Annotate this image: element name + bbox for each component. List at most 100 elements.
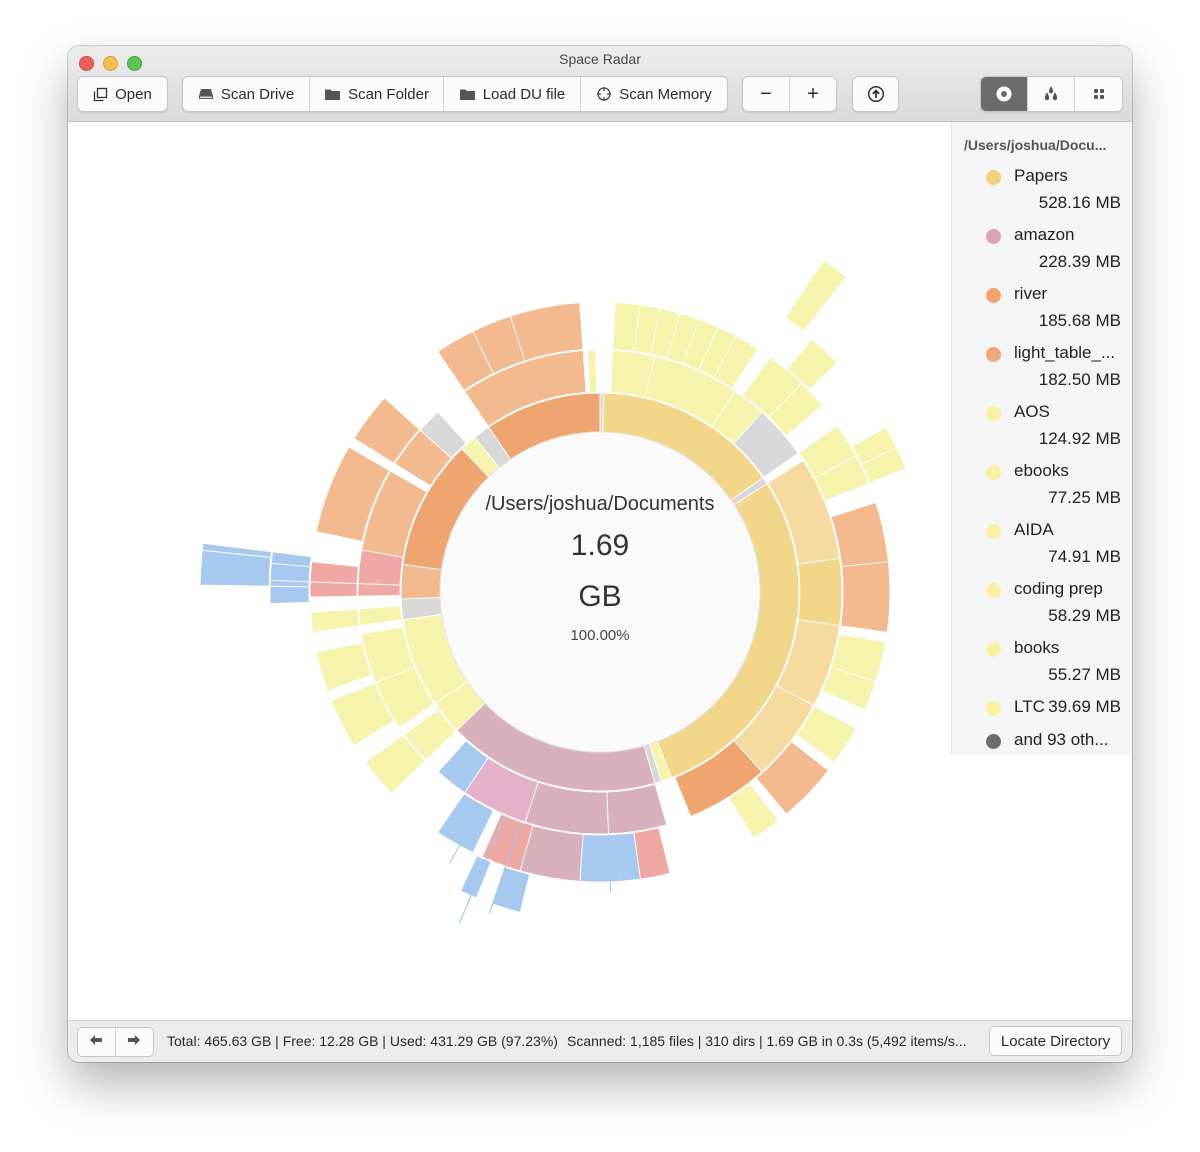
legend-item-name: AIDA: [1014, 520, 1054, 539]
legend-dot: [986, 734, 1001, 749]
load-du-button[interactable]: Load DU file: [444, 77, 581, 111]
legend-item-size: 228.39 MB: [1038, 252, 1121, 271]
sunburst-segment-level-2[interactable]: [797, 557, 843, 627]
legend-item-ebooks[interactable]: ebooks 77.25 MB: [952, 461, 1132, 509]
folder-icon: [324, 87, 341, 101]
window-title: Space Radar: [559, 51, 641, 67]
scan-drive-label: Scan Drive: [220, 85, 295, 103]
legend-item-size: 185.68 MB: [1038, 311, 1121, 330]
legend-item-name: river: [1014, 284, 1048, 303]
legend-item-size: 58.29 MB: [1048, 606, 1121, 625]
legend-item-size: 182.50 MB: [1038, 370, 1121, 389]
legend-dot: [986, 701, 1001, 716]
legend-item-name: light_table_...: [1014, 343, 1116, 362]
sunburst-segment-level-5[interactable]: [784, 259, 847, 332]
sunburst-view-icon: [995, 85, 1013, 103]
scan-group: Scan Drive Scan Folder Load DU file Scan…: [182, 76, 728, 112]
drops-view-icon: [1042, 85, 1060, 103]
back-button[interactable]: [78, 1028, 116, 1056]
sunburst-segment-level-3[interactable]: [309, 581, 358, 598]
legend-item-others[interactable]: and 93 oth...: [952, 730, 1132, 754]
legend-item-coding-prep[interactable]: coding prep 58.29 MB: [952, 579, 1132, 627]
sunburst-segment-level-4[interactable]: [269, 562, 311, 583]
upload-group: [852, 76, 899, 112]
sunburst-segment-level-2[interactable]: [358, 605, 403, 627]
view-mode-group: [980, 76, 1123, 112]
sunburst-segment-level-2[interactable]: [357, 583, 401, 597]
crosshair-icon: [596, 86, 612, 102]
legend-dot: [986, 406, 1001, 421]
scan-folder-button[interactable]: Scan Folder: [310, 77, 444, 111]
sunburst-segment-level-1[interactable]: [599, 392, 604, 433]
locate-directory-button[interactable]: Locate Directory: [989, 1026, 1122, 1056]
drops-view-button[interactable]: [1028, 77, 1075, 111]
legend-item-river[interactable]: river 185.68 MB: [952, 284, 1132, 332]
legend-item-name: coding prep: [1014, 579, 1103, 598]
legend-item-name: books: [1014, 638, 1060, 657]
scan-drive-button[interactable]: Scan Drive: [183, 77, 310, 111]
legend-item-ltc[interactable]: LTC 39.69 MB: [952, 697, 1132, 721]
scan-memory-button[interactable]: Scan Memory: [581, 77, 727, 111]
legend-item-name: and 93 oth...: [1014, 730, 1109, 749]
legend-item-name: LTC: [1014, 697, 1045, 716]
legend-item-aida[interactable]: AIDA 74.91 MB: [952, 520, 1132, 568]
legend-dot: [986, 465, 1001, 480]
sunburst-segment-level-4[interactable]: [269, 585, 310, 604]
scan-status: Scanned: 1,185 files | 310 dirs | 1.69 G…: [567, 1033, 967, 1049]
center-size-value: 1.69: [571, 529, 629, 562]
center-path: /Users/joshua/Documents: [486, 493, 715, 515]
center-percent: 100.00%: [570, 627, 629, 644]
legend-dot: [986, 524, 1001, 539]
sunburst-segment-level-3[interactable]: [840, 561, 891, 633]
open-group: Open: [77, 76, 168, 112]
legend-item-size: 55.27 MB: [1048, 665, 1121, 684]
sunburst-segment-level-4[interactable]: [459, 855, 492, 899]
legend-item-light-table[interactable]: light_table_... 182.50 MB: [952, 343, 1132, 391]
up-directory-button[interactable]: [853, 77, 898, 111]
open-button[interactable]: Open: [78, 77, 167, 111]
sunburst-segment-level-2[interactable]: [606, 783, 668, 835]
legend-panel: /Users/joshua/Docu... Papers 528.16 MB a…: [951, 122, 1132, 754]
grid-view-button[interactable]: [1075, 77, 1122, 111]
sunburst-segment-level-2[interactable]: [586, 349, 597, 393]
statusbar: Total: 465.63 GB | Free: 12.28 GB | Used…: [68, 1020, 1132, 1062]
history-nav: [77, 1027, 154, 1057]
legend-item-papers[interactable]: Papers 528.16 MB: [952, 166, 1132, 214]
sunburst-segment-level-3[interactable]: [315, 641, 373, 692]
legend-item-name: amazon: [1014, 225, 1075, 244]
forward-button[interactable]: [116, 1028, 154, 1056]
arrow-left-icon: [89, 1033, 103, 1051]
legend-dot: [986, 288, 1001, 303]
scan-memory-label: Scan Memory: [619, 85, 712, 103]
zoom-in-button[interactable]: +: [790, 77, 836, 111]
sunburst-segment-level-3[interactable]: [579, 833, 621, 883]
grid-view-icon: [1092, 87, 1106, 101]
sunburst-segment-level-3[interactable]: [310, 608, 360, 633]
legend-dot: [986, 347, 1001, 362]
legend-item-size: 39.69 MB: [1048, 697, 1121, 716]
upload-circle-icon: [867, 85, 885, 103]
arrow-right-icon: [127, 1033, 141, 1051]
legend-item-books[interactable]: books 55.27 MB: [952, 638, 1132, 686]
legend-item-aos[interactable]: AOS 124.92 MB: [952, 402, 1132, 450]
legend-item-size: 77.25 MB: [1048, 488, 1121, 507]
open-button-label: Open: [115, 85, 152, 103]
legend-item-name: ebooks: [1014, 461, 1069, 480]
sunburst-segment-level-3[interactable]: [309, 561, 359, 584]
sunburst-view-button[interactable]: [981, 77, 1028, 111]
zoom-out-button[interactable]: −: [743, 77, 790, 111]
main-content: /Users/joshua/Documents 1.69 GB 100.00% …: [68, 122, 1132, 1020]
legend-dot: [986, 170, 1001, 185]
center-size-unit: GB: [578, 580, 621, 613]
sunburst-segment-level-1[interactable]: [400, 563, 443, 600]
legend-item-size: 74.91 MB: [1048, 547, 1121, 566]
app-window: Space Radar Open Scan Drive Scan Folder …: [68, 46, 1132, 1062]
legend-dot: [986, 229, 1001, 244]
scan-folder-label: Scan Folder: [348, 85, 429, 103]
legend-item-amazon[interactable]: amazon 228.39 MB: [952, 225, 1132, 273]
disk-usage-status: Total: 465.63 GB | Free: 12.28 GB | Used…: [167, 1033, 558, 1049]
drive-icon: [198, 87, 214, 101]
legend-title: /Users/joshua/Docu...: [964, 137, 1107, 153]
legend-dot: [986, 583, 1001, 598]
folder-icon: [459, 87, 476, 101]
